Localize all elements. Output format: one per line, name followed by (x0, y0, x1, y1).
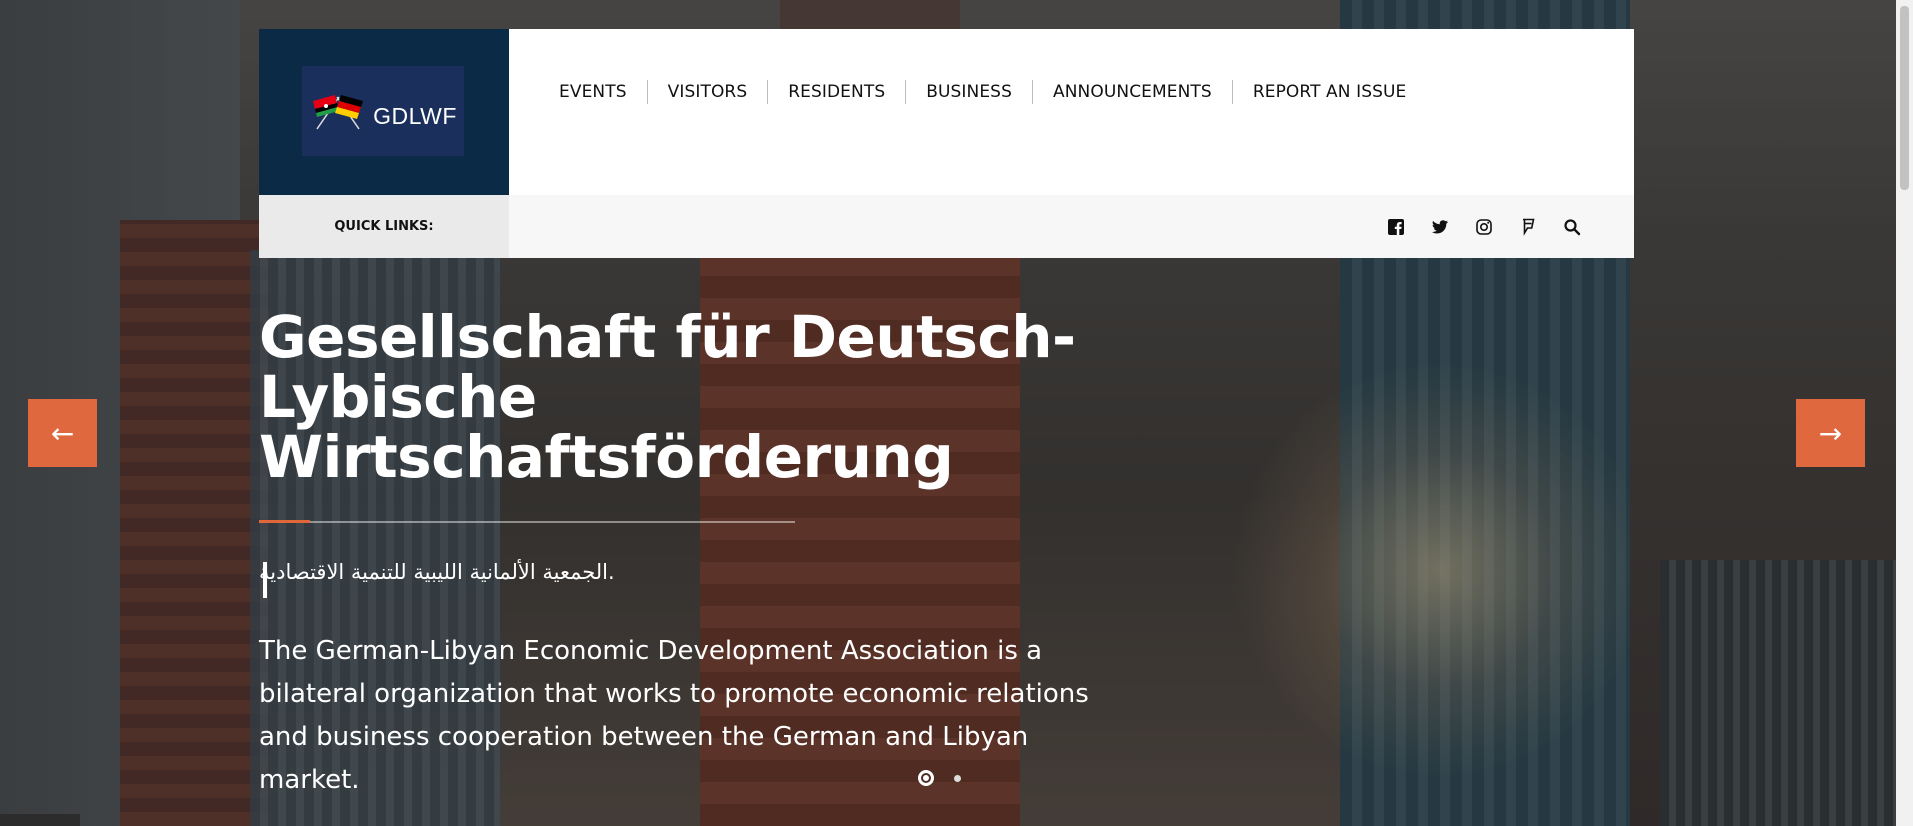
social-links (1384, 215, 1584, 239)
nav-item-residents[interactable]: RESIDENTS (768, 80, 907, 104)
foursquare-icon[interactable] (1516, 215, 1540, 239)
nav-item-events[interactable]: EVENTS (559, 80, 648, 104)
slider-dot[interactable] (954, 774, 961, 782)
nav-item-business[interactable]: BUSINESS (906, 80, 1033, 104)
nav-item-report-an-issue[interactable]: REPORT AN ISSUE (1233, 80, 1427, 104)
instagram-icon[interactable] (1472, 215, 1496, 239)
twitter-icon[interactable] (1428, 215, 1452, 239)
status-bar (0, 814, 80, 826)
hero-section: GDLWF EVENTS VISITORS RESIDENTS BUSINESS… (0, 0, 1913, 826)
logo-text: GDLWF (373, 102, 457, 129)
logo-container[interactable]: GDLWF (259, 29, 509, 195)
scrollbar-thumb[interactable] (1900, 6, 1909, 190)
hero-description: The German-Libyan Economic Development A… (259, 636, 1089, 795)
scrollbar[interactable] (1896, 0, 1913, 826)
hero-divider-accent (259, 520, 310, 523)
logo[interactable]: GDLWF (302, 66, 464, 156)
hero-divider (259, 521, 795, 523)
slider-next-button[interactable]: → (1796, 399, 1865, 467)
quick-links-label: QUICK LINKS: (259, 195, 509, 258)
slider-dots (918, 770, 961, 786)
hero-title: Gesellschaft für Deutsch-Lybische Wirtsc… (259, 303, 1076, 491)
nav-item-announcements[interactable]: ANNOUNCEMENTS (1033, 80, 1233, 104)
search-icon[interactable] (1560, 215, 1584, 239)
hero-arabic-subtitle: .الجمعية الألمانية الليبية للتنمية الاقت… (259, 560, 615, 584)
site-header: GDLWF EVENTS VISITORS RESIDENTS BUSINESS… (259, 29, 1634, 258)
slider-dot-active[interactable] (918, 770, 934, 786)
main-nav: EVENTS VISITORS RESIDENTS BUSINESS ANNOU… (559, 80, 1426, 104)
facebook-icon[interactable] (1384, 215, 1408, 239)
nav-item-visitors[interactable]: VISITORS (648, 80, 769, 104)
crossed-flags-icon (313, 95, 364, 130)
quick-links-bar: QUICK LINKS: (259, 195, 1634, 258)
slider-prev-button[interactable]: ← (28, 399, 97, 467)
